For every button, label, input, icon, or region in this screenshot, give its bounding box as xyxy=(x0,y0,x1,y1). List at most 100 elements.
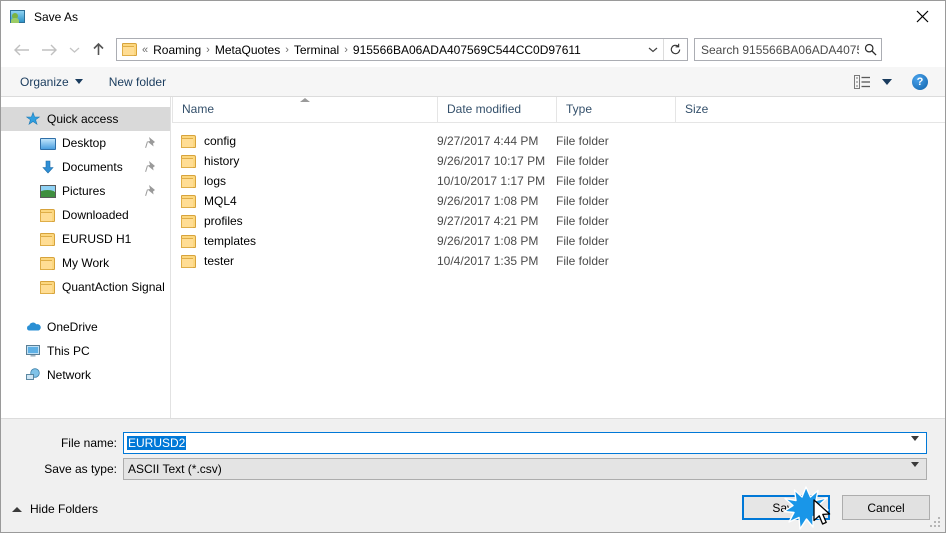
breadcrumb-item-roaming[interactable]: Roaming xyxy=(150,41,204,59)
column-header-size[interactable]: Size xyxy=(675,97,755,122)
folder-icon xyxy=(181,234,197,248)
star-icon xyxy=(25,111,41,127)
sidebar-item-downloaded[interactable]: Downloaded xyxy=(1,203,170,227)
table-row[interactable]: config 9/27/2017 4:44 PM File folder xyxy=(172,131,945,151)
sidebar-item-label: My Work xyxy=(62,256,110,270)
view-mode-dropdown[interactable] xyxy=(882,79,892,85)
sidebar-item-label: Documents xyxy=(62,160,123,174)
pin-icon xyxy=(145,160,157,173)
sidebar-item-this-pc[interactable]: This PC xyxy=(1,339,170,363)
hide-folders-label: Hide Folders xyxy=(30,502,99,516)
folder-icon xyxy=(122,42,138,57)
breadcrumb-item-terminal[interactable]: Terminal xyxy=(291,41,342,59)
table-row[interactable]: history 9/26/2017 10:17 PM File folder xyxy=(172,151,945,171)
sidebar-item-my-work[interactable]: My Work xyxy=(1,251,170,275)
folder-icon xyxy=(181,254,197,268)
search-box[interactable]: Search 915566BA06ADA40756... xyxy=(694,38,882,61)
title-bar: Save As xyxy=(1,1,945,32)
date-modified-cell: 9/27/2017 4:44 PM xyxy=(437,134,539,148)
folder-icon xyxy=(181,154,197,168)
sidebar-item-quantaction-signal[interactable]: QuantAction Signal xyxy=(1,275,170,299)
help-button[interactable]: ? xyxy=(912,74,928,90)
window-title: Save As xyxy=(34,9,79,24)
sidebar-item-pictures[interactable]: Pictures xyxy=(1,179,170,203)
type-cell: File folder xyxy=(556,194,609,208)
save-as-type-dropdown-button[interactable] xyxy=(911,461,919,481)
resize-grip-icon[interactable] xyxy=(930,517,942,529)
file-name-input[interactable]: EURUSD2 xyxy=(123,431,927,455)
date-modified-cell: 9/26/2017 10:17 PM xyxy=(437,154,546,168)
chevron-down-icon xyxy=(69,47,79,53)
breadcrumb-item-terminal-id[interactable]: 915566BA06ADA407569C544CC0D97611 xyxy=(350,41,584,59)
navigation-pane[interactable]: Quick access Desktop Documents Pictures … xyxy=(1,97,171,418)
cancel-label: Cancel xyxy=(867,500,905,515)
save-button[interactable]: Save xyxy=(742,495,830,520)
file-name-text: logs xyxy=(204,174,227,188)
list-view-icon xyxy=(853,75,870,89)
desktop-icon xyxy=(40,137,56,150)
save-as-type-select[interactable]: ASCII Text (*.csv) xyxy=(123,457,927,481)
type-cell: File folder xyxy=(556,174,609,188)
sidebar-item-label: This PC xyxy=(47,344,90,358)
sidebar-item-documents[interactable]: Documents xyxy=(1,155,170,179)
organize-button[interactable]: Organize xyxy=(14,71,89,93)
column-header-name[interactable]: Name xyxy=(172,97,437,122)
network-icon xyxy=(25,367,41,383)
recent-locations-button[interactable] xyxy=(63,35,85,65)
folder-icon xyxy=(181,134,197,148)
folder-icon xyxy=(40,207,56,223)
breadcrumb-overflow[interactable]: « xyxy=(140,44,150,56)
sidebar-item-label: Network xyxy=(47,368,92,382)
file-name-dropdown-button[interactable] xyxy=(911,435,919,455)
table-row[interactable]: MQL4 9/26/2017 1:08 PM File folder xyxy=(172,191,945,211)
sidebar-item-eurusd-h1[interactable]: EURUSD H1 xyxy=(1,227,170,251)
table-row[interactable]: templates 9/26/2017 1:08 PM File folder xyxy=(172,231,945,251)
chevron-down-icon xyxy=(74,79,83,84)
breadcrumb-item-metaquotes[interactable]: MetaQuotes xyxy=(212,41,283,59)
save-as-type-value: ASCII Text (*.csv) xyxy=(128,461,222,476)
type-cell: File folder xyxy=(556,134,609,148)
column-header-date-modified[interactable]: Date modified xyxy=(437,97,556,122)
table-row[interactable]: logs 10/10/2017 1:17 PM File folder xyxy=(172,171,945,191)
file-list-pane[interactable]: Name Date modified Type Size config 9/27… xyxy=(172,97,945,418)
back-arrow-icon xyxy=(13,44,29,55)
date-modified-cell: 9/26/2017 1:08 PM xyxy=(437,194,539,208)
hide-folders-button[interactable]: Hide Folders xyxy=(12,502,98,516)
folder-icon xyxy=(181,194,197,208)
sidebar-item-label: Desktop xyxy=(62,136,107,150)
new-folder-button[interactable]: New folder xyxy=(103,71,172,93)
this-pc-icon xyxy=(25,343,41,359)
help-label: ? xyxy=(916,76,924,88)
sidebar-item-desktop[interactable]: Desktop xyxy=(1,131,170,155)
sidebar-item-onedrive[interactable]: OneDrive xyxy=(1,315,170,339)
column-header-type[interactable]: Type xyxy=(556,97,675,122)
column-header-row: Name Date modified Type Size xyxy=(172,97,945,123)
organize-label: Organize xyxy=(20,74,69,89)
address-dropdown-button[interactable] xyxy=(643,39,663,60)
view-mode-button[interactable] xyxy=(851,73,873,91)
forward-button[interactable] xyxy=(35,35,63,65)
file-name-cell: tester xyxy=(181,251,234,271)
close-button[interactable] xyxy=(899,1,945,31)
chevron-down-icon xyxy=(911,435,919,455)
file-name-text: config xyxy=(204,134,237,148)
file-name-row: File name: EURUSD2 xyxy=(1,431,945,455)
file-name-text: MQL4 xyxy=(204,194,237,208)
cancel-button[interactable]: Cancel xyxy=(842,495,930,520)
up-button[interactable] xyxy=(85,35,111,65)
table-row[interactable]: tester 10/4/2017 1:35 PM File folder xyxy=(172,251,945,271)
address-bar[interactable]: « Roaming › MetaQuotes › Terminal › 9155… xyxy=(116,38,688,61)
sidebar-item-label: Quick access xyxy=(47,112,119,126)
table-row[interactable]: profiles 9/27/2017 4:21 PM File folder xyxy=(172,211,945,231)
sidebar-item-quick-access[interactable]: Quick access xyxy=(1,107,170,131)
file-name-cell: history xyxy=(181,151,239,171)
date-modified-cell: 10/10/2017 1:17 PM xyxy=(437,174,546,188)
refresh-button[interactable] xyxy=(663,39,687,60)
file-name-value[interactable]: EURUSD2 xyxy=(127,435,187,450)
folder-icon xyxy=(181,174,197,188)
search-input[interactable]: Search 915566BA06ADA40756... xyxy=(701,43,859,57)
browser-area: Quick access Desktop Documents Pictures … xyxy=(1,97,945,418)
sidebar-item-network[interactable]: Network xyxy=(1,363,170,387)
back-button[interactable] xyxy=(7,35,35,65)
file-name-label: File name: xyxy=(60,435,117,450)
